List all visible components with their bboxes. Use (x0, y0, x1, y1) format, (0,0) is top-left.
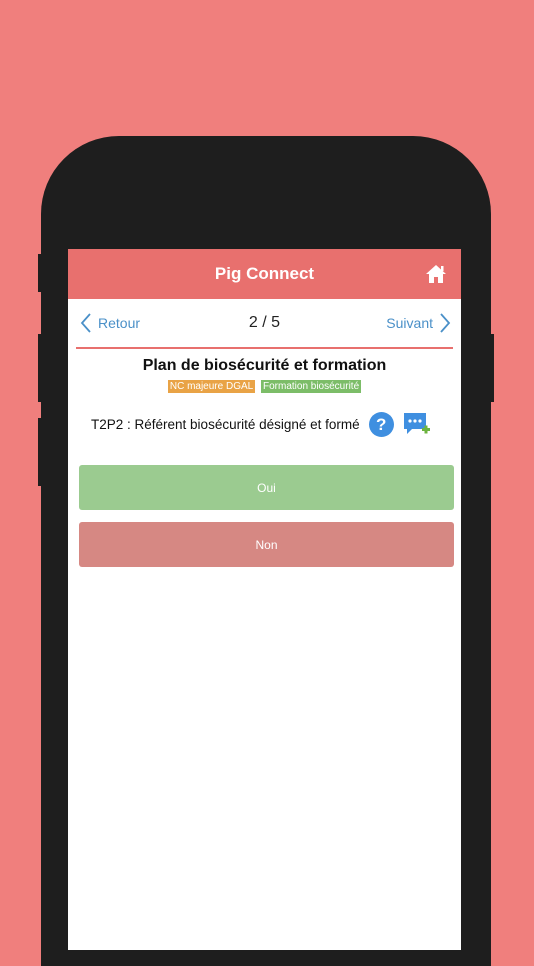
tag-badge: Formation biosécurité (260, 380, 362, 393)
phone-side-button-volume-down (38, 418, 44, 486)
no-button[interactable]: Non (79, 522, 454, 567)
header-divider (76, 347, 453, 349)
yes-button[interactable]: Oui (79, 465, 454, 510)
section-title: Plan de biosécurité et formation (142, 357, 387, 374)
app-screen: Pig Connect Retour 2 / 5 Suivant Plan de… (68, 249, 461, 950)
home-icon[interactable] (425, 264, 447, 284)
back-label: Retour (98, 315, 141, 331)
chevron-right-icon (440, 313, 451, 333)
next-button[interactable]: Suivant (386, 313, 451, 333)
chevron-left-icon (80, 313, 91, 333)
question-text: T2P2 : Référent biosécurité désigné et f… (91, 416, 360, 432)
back-button[interactable]: Retour (80, 313, 140, 333)
next-label: Suivant (386, 315, 433, 331)
phone-side-button-power (488, 334, 494, 402)
question-navigation: Retour 2 / 5 Suivant (68, 299, 461, 347)
app-header: Pig Connect (68, 249, 461, 299)
tag-list: NC majeure DGAL Formation biosécurité (68, 380, 461, 393)
question-row: T2P2 : Référent biosécurité désigné et f… (68, 411, 461, 437)
app-title: Pig Connect (214, 264, 315, 283)
add-comment-icon[interactable] (403, 411, 430, 437)
tag-badge: NC majeure DGAL (167, 380, 256, 393)
phone-side-button-mute (38, 254, 44, 292)
help-icon[interactable]: ? (368, 411, 394, 437)
phone-side-button-volume-up (38, 334, 44, 402)
